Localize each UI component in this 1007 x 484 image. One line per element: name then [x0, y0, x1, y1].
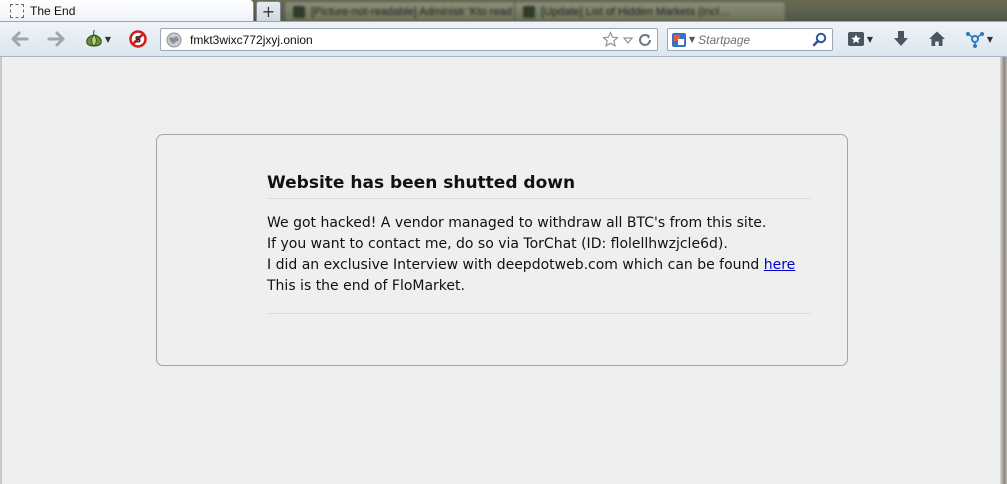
bookmarks-icon	[847, 32, 864, 46]
tab-title: [Update] List of Hidden Markets (Incl…	[541, 5, 730, 18]
noscript-button[interactable]: S	[126, 27, 150, 51]
notice-line-text: I did an exclusive Interview with deepdo…	[267, 257, 764, 273]
divider	[267, 313, 811, 314]
downloads-button[interactable]	[889, 27, 913, 51]
notice-line: This is the end of FloMarket.	[267, 278, 465, 294]
tab-background[interactable]: [Update] List of Hidden Markets (Incl…	[514, 1, 786, 21]
tab-active[interactable]: The End	[0, 0, 254, 21]
bookmarks-menu-button[interactable]: ▼	[843, 27, 877, 51]
chevron-down-icon: ▼	[104, 34, 112, 44]
forward-arrow-icon	[47, 31, 65, 47]
navigation-toolbar: ▼ S fmkt3wixc772jxyj.onion ▼ Startpage ▼…	[0, 21, 1007, 57]
addon-button[interactable]: ▼	[960, 27, 998, 51]
globe-icon	[166, 32, 182, 47]
forward-button[interactable]	[44, 27, 68, 51]
reload-icon[interactable]	[637, 32, 653, 48]
back-arrow-icon	[11, 31, 29, 47]
back-button[interactable]	[8, 27, 32, 51]
notice-title: Website has been shutted down	[267, 173, 811, 199]
url-text[interactable]: fmkt3wixc772jxyj.onion	[190, 33, 602, 47]
addon-icon	[965, 32, 984, 48]
startpage-icon[interactable]	[671, 32, 687, 48]
search-input[interactable]	[698, 32, 810, 47]
svg-text:S: S	[135, 36, 141, 46]
notice-content: Website has been shutted down We got hac…	[267, 173, 811, 314]
search-icon	[812, 32, 826, 47]
notice-line: If you want to contact me, do so via Tor…	[267, 236, 728, 252]
home-icon	[929, 31, 945, 46]
search-button[interactable]	[810, 31, 828, 49]
tor-onion-icon	[86, 29, 102, 47]
home-button[interactable]	[925, 27, 949, 51]
notice-line: I did an exclusive Interview with deepdo…	[267, 255, 811, 276]
notice-line: We got hacked! A vendor managed to withd…	[267, 215, 767, 231]
tor-button[interactable]: ▼	[80, 27, 116, 51]
tab-title: The End	[30, 3, 76, 18]
window-edge	[0, 57, 2, 484]
new-tab-button[interactable]: +	[256, 1, 281, 21]
url-bar[interactable]: fmkt3wixc772jxyj.onion	[160, 28, 658, 51]
chevron-down-icon: ▼	[986, 34, 994, 44]
chevron-down-icon: ▼	[866, 34, 874, 44]
tab-favicon-icon	[293, 5, 305, 18]
tab-favicon-icon	[523, 5, 535, 18]
history-dropdown-icon[interactable]	[623, 35, 633, 45]
tab-background[interactable]: [Picture-not-readable] Administr 'Kto re…	[284, 1, 516, 21]
shutdown-notice-card: Website has been shutted down We got hac…	[156, 134, 848, 366]
noscript-icon: S	[129, 30, 147, 48]
tab-title: [Picture-not-readable] Administr 'Kto re…	[311, 5, 515, 18]
window-edge	[1000, 57, 1007, 484]
download-icon	[894, 31, 908, 46]
bookmark-star-icon[interactable]	[602, 31, 619, 48]
tab-strip: The End + [Picture-not-readable] Adminis…	[0, 0, 1007, 21]
blank-page-icon	[10, 3, 24, 18]
interview-link[interactable]: here	[764, 257, 796, 273]
notice-body: We got hacked! A vendor managed to withd…	[267, 213, 811, 297]
chevron-down-icon[interactable]: ▼	[689, 35, 695, 44]
search-bar[interactable]: ▼	[667, 28, 833, 51]
